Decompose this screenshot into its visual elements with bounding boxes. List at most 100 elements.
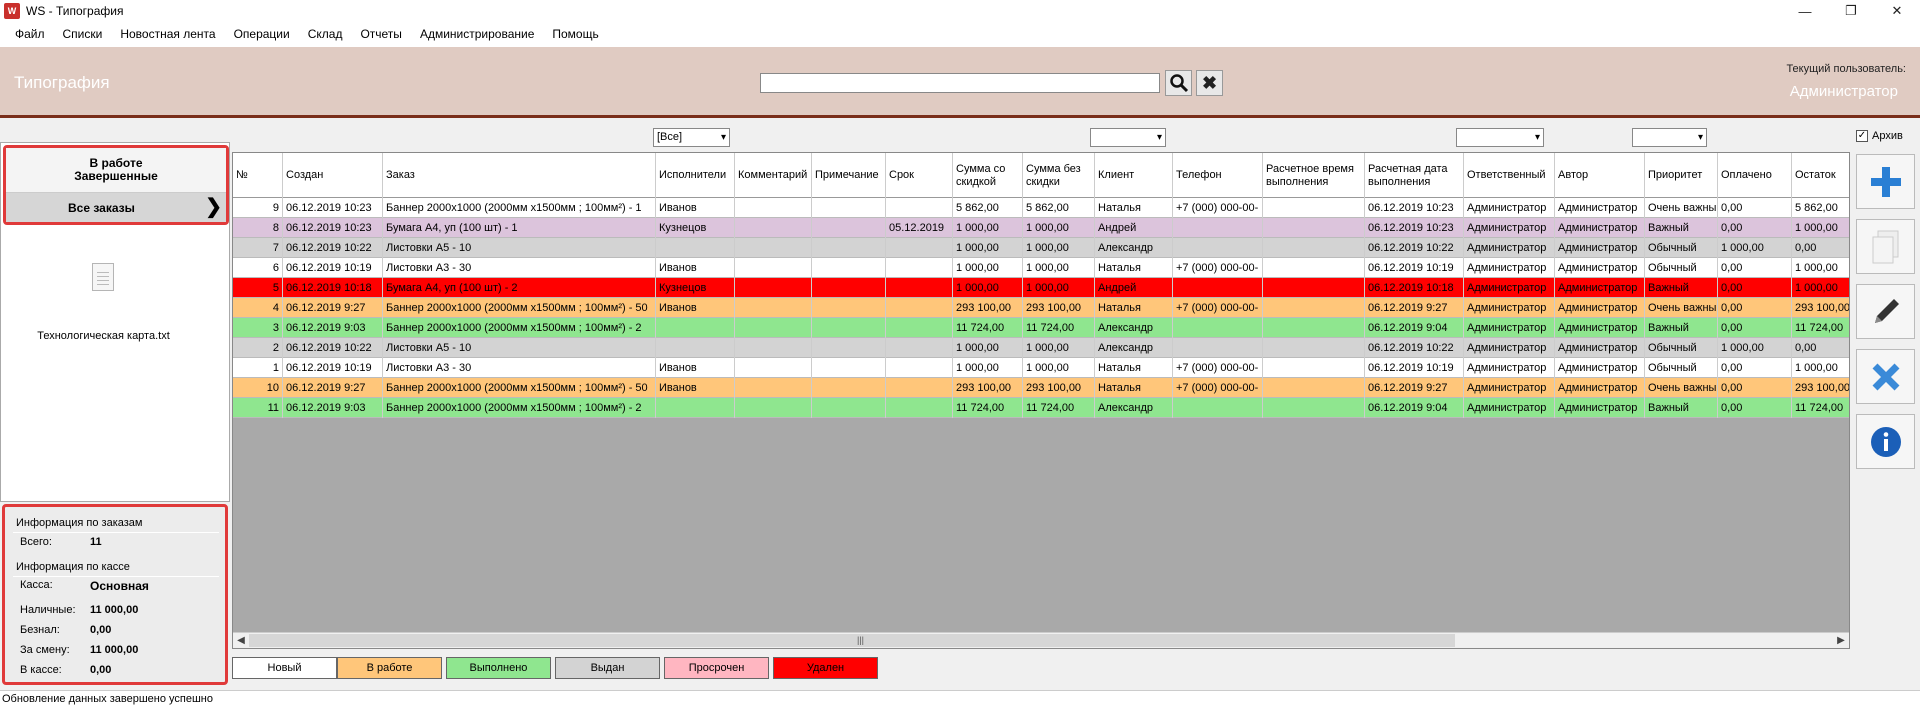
delete-button[interactable] xyxy=(1856,349,1915,404)
text-file-icon[interactable] xyxy=(92,263,114,291)
horizontal-scrollbar[interactable]: ◀ ||| ▶ xyxy=(233,632,1849,648)
responsible-filter-select[interactable] xyxy=(1456,128,1544,147)
menu-lists[interactable]: Списки xyxy=(54,22,112,47)
menu-file[interactable]: Файл xyxy=(6,22,54,47)
column-header[interactable]: Автор xyxy=(1555,153,1645,198)
priority-filter-select[interactable] xyxy=(1632,128,1707,147)
table-cell: 293 100,00 xyxy=(1792,378,1849,398)
scroll-right-icon[interactable]: ▶ xyxy=(1833,633,1849,648)
table-row[interactable]: 5 06.12.2019 10:18 Бумага А4, уп (100 шт) … xyxy=(233,278,1849,298)
file-name[interactable]: Технологическая карта.txt xyxy=(1,330,206,342)
table-cell: 5 862,00 xyxy=(953,198,1023,218)
menu-newsfeed[interactable]: Новостная лента xyxy=(111,22,224,47)
table-cell xyxy=(656,398,735,418)
archive-checkbox[interactable]: ✓ Архив xyxy=(1856,130,1903,142)
orders-grid[interactable]: № Создан Заказ Исполнители Комментарий Примеч… xyxy=(232,152,1850,649)
left-panel: В работе Завершенные Все заказы ❯ Технол… xyxy=(0,142,230,502)
menu-warehouse[interactable]: Склад xyxy=(299,22,352,47)
table-row[interactable]: 4 06.12.2019 9:27 Баннер 2000x1000 (2000мм… xyxy=(233,298,1849,318)
column-header[interactable]: № xyxy=(233,153,283,198)
column-header[interactable]: Клиент xyxy=(1095,153,1173,198)
table-row[interactable]: 11 06.12.2019 9:03 Баннер 2000x1000 (2000м… xyxy=(233,398,1849,418)
legend-item: Выдан xyxy=(555,657,660,679)
table-cell: 3 xyxy=(233,318,283,338)
column-header[interactable]: Оплачено xyxy=(1718,153,1792,198)
table-cell: 11 724,00 xyxy=(1792,318,1849,338)
cash-label: Наличные: xyxy=(20,604,76,616)
add-button[interactable] xyxy=(1856,154,1915,209)
menu-admin[interactable]: Администрирование xyxy=(411,22,543,47)
column-header[interactable]: Примечание xyxy=(812,153,886,198)
table-row[interactable]: 7 06.12.2019 10:22 Листовки А5 - 10 1 000,0… xyxy=(233,238,1849,258)
info-button[interactable] xyxy=(1856,414,1915,469)
close-icon[interactable]: ✕ xyxy=(1874,0,1920,22)
table-row[interactable]: 8 06.12.2019 10:23 Бумага А4, уп (100 шт) … xyxy=(233,218,1849,238)
status-bar: Обновление данных завершено успешно xyxy=(0,690,1920,708)
table-cell: 5 862,00 xyxy=(1023,198,1095,218)
column-header[interactable]: Комментарий xyxy=(735,153,812,198)
column-header[interactable]: Приоритет xyxy=(1645,153,1718,198)
table-cell: Наталья xyxy=(1095,298,1173,318)
table-cell: 293 100,00 xyxy=(1792,298,1849,318)
table-row[interactable]: 10 06.12.2019 9:27 Баннер 2000x1000 (2000м… xyxy=(233,378,1849,398)
column-header[interactable]: Исполнители xyxy=(656,153,735,198)
table-row[interactable]: 2 06.12.2019 10:22 Листовки А5 - 10 1 000,0… xyxy=(233,338,1849,358)
edit-button[interactable] xyxy=(1856,284,1915,339)
column-header[interactable]: Телефон xyxy=(1173,153,1263,198)
scroll-thumb[interactable]: ||| xyxy=(249,634,1455,647)
table-cell xyxy=(886,278,953,298)
column-header[interactable]: Ответственный xyxy=(1464,153,1555,198)
table-cell: Администратор xyxy=(1464,298,1555,318)
grip-icon: ||| xyxy=(857,635,865,645)
table-cell xyxy=(1173,398,1263,418)
table-cell: 1 000,00 xyxy=(1718,238,1792,258)
menu-operations[interactable]: Операции xyxy=(225,22,299,47)
search-input[interactable] xyxy=(760,73,1160,93)
executors-filter-select[interactable]: [Все] xyxy=(653,128,730,147)
table-cell: 0,00 xyxy=(1718,278,1792,298)
table-row[interactable]: 6 06.12.2019 10:19 Листовки А3 - 30 Иванов 1… xyxy=(233,258,1849,278)
table-row[interactable]: 9 06.12.2019 10:23 Баннер 2000x1000 (2000м… xyxy=(233,198,1849,218)
table-cell: 0,00 xyxy=(1718,258,1792,278)
table-cell: 10 xyxy=(233,378,283,398)
scroll-left-icon[interactable]: ◀ xyxy=(233,633,249,648)
all-orders-button[interactable]: Все заказы ❯ xyxy=(6,193,226,222)
menu-reports[interactable]: Отчеты xyxy=(351,22,410,47)
menu-help[interactable]: Помощь xyxy=(543,22,607,47)
table-cell xyxy=(1173,218,1263,238)
column-header[interactable]: Расчетная дата выполнения xyxy=(1365,153,1464,198)
table-cell: 11 724,00 xyxy=(1023,318,1095,338)
table-cell: 0,00 xyxy=(1718,358,1792,378)
table-cell: 4 xyxy=(233,298,283,318)
status-filter-button[interactable]: В работе Завершенные xyxy=(6,148,226,193)
column-header[interactable]: Заказ xyxy=(383,153,656,198)
clear-search-button[interactable]: ✖ xyxy=(1196,70,1223,96)
table-cell: 1 000,00 xyxy=(1023,338,1095,358)
column-header[interactable]: Остаток xyxy=(1792,153,1849,198)
table-cell: Администратор xyxy=(1555,198,1645,218)
table-row[interactable]: 1 06.12.2019 10:19 Листовки А3 - 30 Иванов 1… xyxy=(233,358,1849,378)
table-cell: 2 xyxy=(233,338,283,358)
cashbox-label: Касса: xyxy=(20,579,53,591)
table-cell: 05.12.2019 xyxy=(886,218,953,238)
table-cell: 1 000,00 xyxy=(953,338,1023,358)
restore-icon[interactable]: ❐ xyxy=(1828,0,1874,22)
table-cell: Иванов xyxy=(656,198,735,218)
table-cell: 06.12.2019 10:22 xyxy=(283,238,383,258)
column-header[interactable]: Срок xyxy=(886,153,953,198)
column-header[interactable]: Создан xyxy=(283,153,383,198)
minimize-icon[interactable]: — xyxy=(1782,0,1828,22)
client-filter-select[interactable] xyxy=(1090,128,1166,147)
table-cell: 0,00 xyxy=(1718,198,1792,218)
column-header[interactable]: Расчетное время выполнения xyxy=(1263,153,1365,198)
table-row[interactable]: 3 06.12.2019 9:03 Баннер 2000x1000 (2000мм… xyxy=(233,318,1849,338)
table-cell: 293 100,00 xyxy=(953,298,1023,318)
table-cell: Листовки А3 - 30 xyxy=(383,258,656,278)
copy-button[interactable] xyxy=(1856,219,1915,274)
table-cell: 06.12.2019 9:27 xyxy=(283,298,383,318)
column-header[interactable]: Сумма без скидки xyxy=(1023,153,1095,198)
table-cell: 1 xyxy=(233,358,283,378)
column-header[interactable]: Сумма со скидкой xyxy=(953,153,1023,198)
legend-item: В работе xyxy=(337,657,442,679)
search-button[interactable] xyxy=(1165,70,1192,96)
